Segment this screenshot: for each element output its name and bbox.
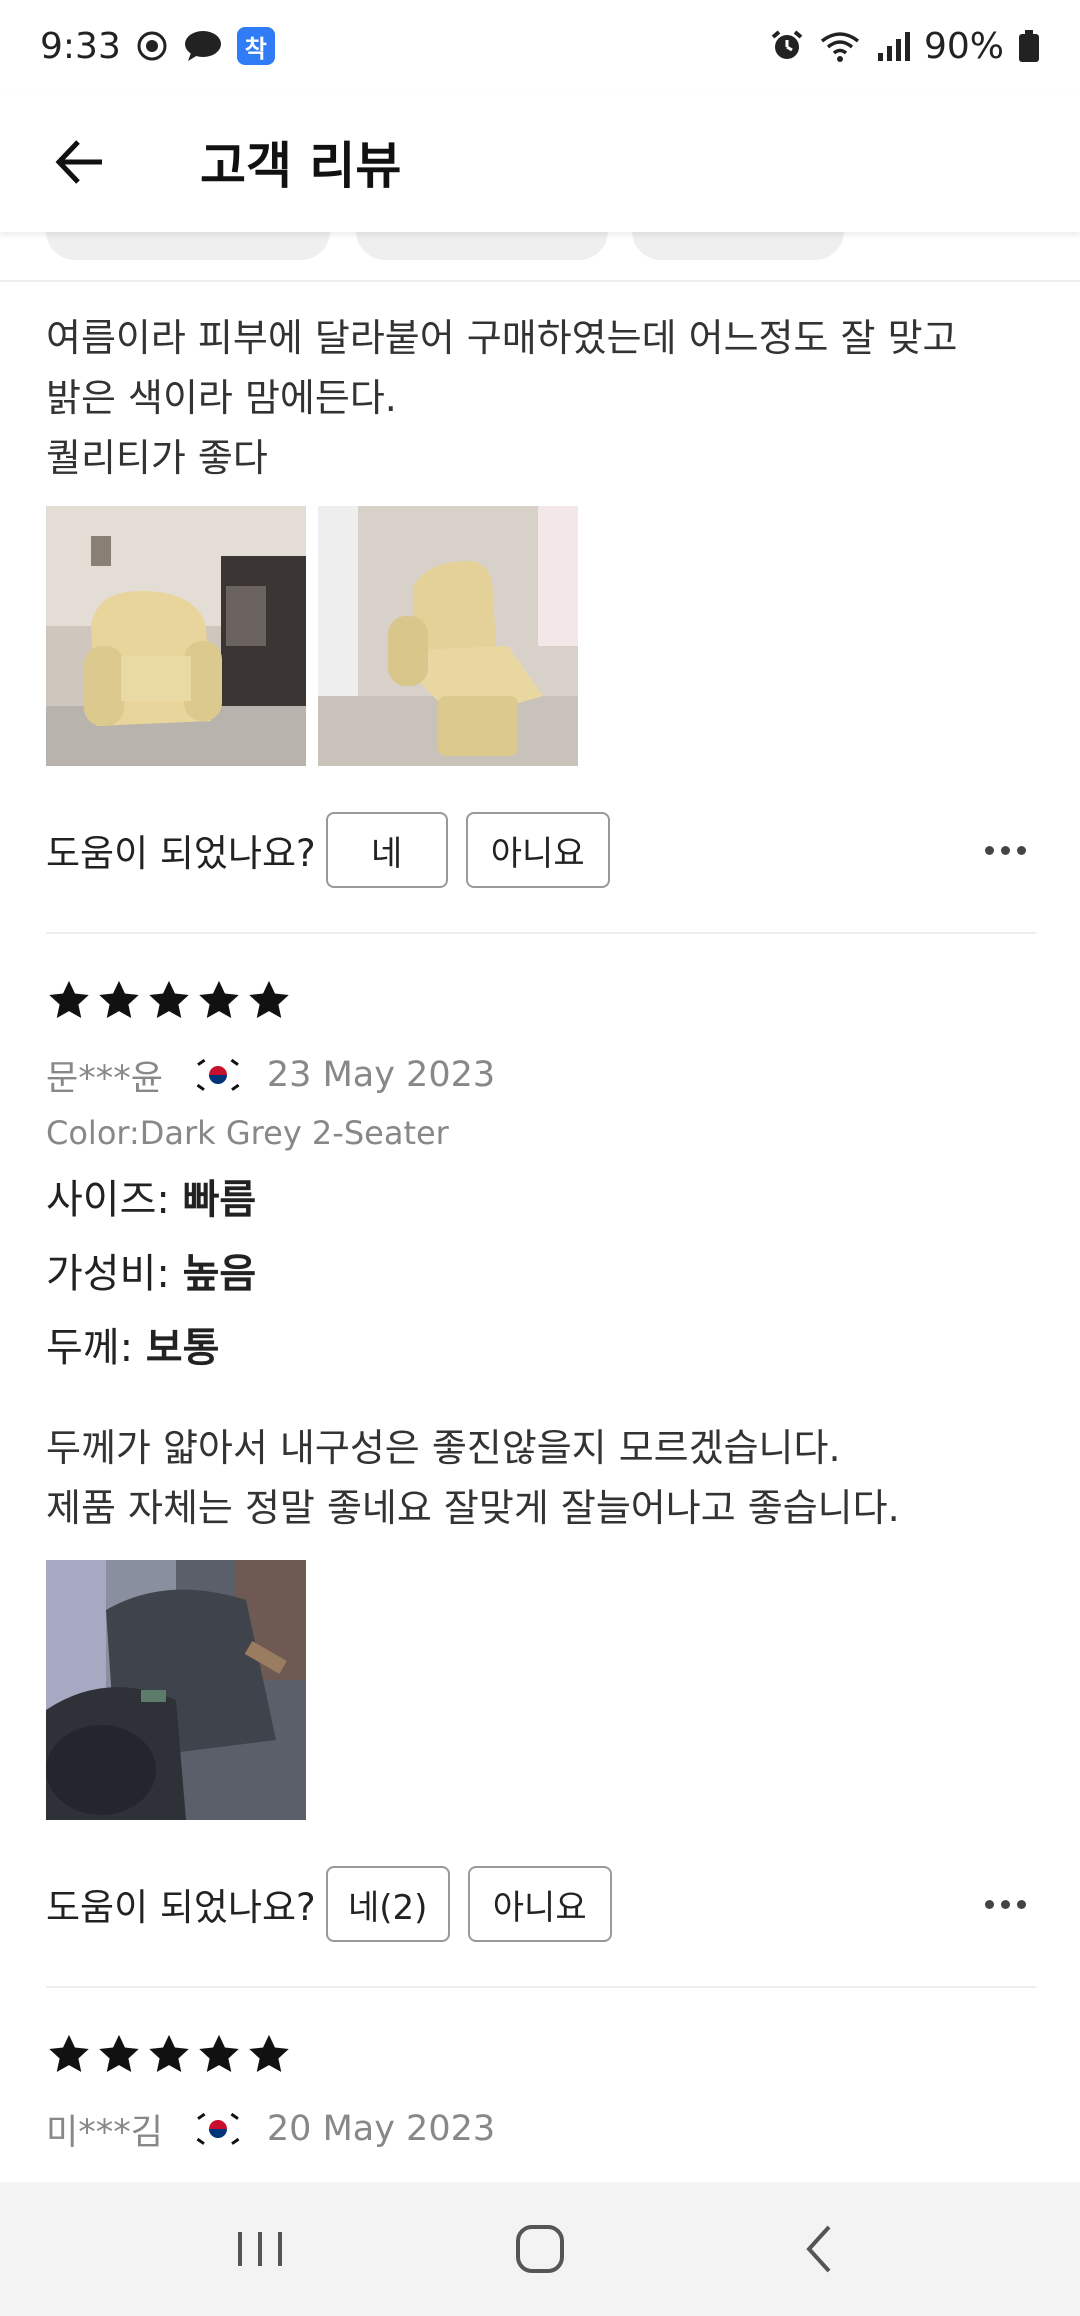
helpful-yes-button[interactable]: 네(2)	[325, 1866, 450, 1942]
helpful-no-button[interactable]: 아니요	[467, 1866, 612, 1942]
star-icon	[249, 980, 289, 1019]
review-item: 미***김 20 May 2023	[46, 2032, 1036, 2154]
recent-apps-button[interactable]	[210, 2199, 310, 2299]
more-options-icon[interactable]	[985, 845, 1026, 855]
review-list: 여름이라 피부에 달라붙어 구매하였는데 어느정도 잘 맞고 밝은 색이라 맘에…	[46, 282, 1036, 2154]
arrow-left-icon	[55, 140, 102, 184]
divider	[46, 1986, 1036, 1988]
alarm-icon	[770, 29, 804, 63]
filter-chip-row	[0, 232, 1080, 282]
helpful-label: 도움이 되었나요?	[46, 1886, 316, 1929]
review-text: 두께가 얇아서 내구성은 좋진않을지 모르겠습니다. 제품 자체는 정말 좋네요…	[46, 1426, 900, 1530]
status-bar: 9:33 착 90%	[0, 0, 1080, 92]
review-date: 23 May 2023	[266, 1055, 496, 1095]
helpful-label: 도움이 되었나요?	[46, 832, 316, 875]
app-header: 고객 리뷰	[0, 92, 1080, 232]
home-button[interactable]	[490, 2199, 590, 2299]
helpful-row: 도움이 되었나요? 네 아니요	[46, 812, 1036, 888]
page-title: 고객 리뷰	[200, 137, 402, 195]
back-button[interactable]	[40, 122, 120, 202]
home-icon	[516, 2225, 564, 2273]
review-photos	[46, 1560, 1036, 1820]
reviewer-name: 문***윤	[46, 1058, 163, 1099]
korea-flag-icon	[192, 1055, 243, 1095]
star-icon	[149, 2034, 189, 2073]
battery-icon	[1018, 29, 1040, 63]
star-icon	[199, 2034, 239, 2073]
korea-flag-icon	[192, 2109, 243, 2149]
status-right: 90%	[770, 26, 1040, 67]
star-icon	[99, 980, 139, 1019]
star-icon	[199, 980, 239, 1019]
recent-apps-icon	[238, 2232, 282, 2266]
chevron-left-icon	[806, 2225, 831, 2273]
location-icon	[135, 29, 169, 63]
review-text: 여름이라 피부에 달라붙어 구매하였는데 어느정도 잘 맞고 밝은 색이라 맘에…	[46, 316, 958, 480]
review-item: 여름이라 피부에 달라붙어 구매하였는데 어느정도 잘 맞고 밝은 색이라 맘에…	[46, 282, 1036, 934]
star-icon	[99, 2034, 139, 2073]
review-meta: 문***윤 23 May 2023	[46, 1050, 1036, 1100]
review-meta: 미***김 20 May 2023	[46, 2104, 1036, 2154]
attribute-value: 가성비: 높음	[46, 1251, 257, 1297]
variant-color: Color:Dark Grey 2-Seater	[46, 1114, 449, 1152]
filter-chip[interactable]	[632, 232, 844, 260]
review-date: 20 May 2023	[266, 2109, 496, 2149]
back-nav-button[interactable]	[770, 2199, 870, 2299]
review-item: 문***윤 23 May 2023 Color:Dark Grey 2-Seat…	[46, 978, 1036, 1988]
reviewer-name: 미***김	[46, 2112, 163, 2153]
review-attributes: 사이즈: 빠름 가성비: 높음 두께: 보통	[46, 1174, 1036, 1374]
clock: 9:33	[40, 25, 121, 67]
system-nav-bar	[0, 2182, 1080, 2316]
filter-chip[interactable]	[356, 232, 608, 260]
signal-icon	[876, 29, 910, 63]
attribute-size: 사이즈: 빠름	[46, 1177, 257, 1223]
star-icon	[49, 2034, 89, 2073]
star-rating	[46, 2032, 1036, 2082]
helpful-yes-button[interactable]: 네	[325, 812, 448, 888]
helpful-no-button[interactable]: 아니요	[465, 812, 610, 888]
wifi-icon	[818, 29, 862, 63]
star-icon	[249, 2034, 289, 2073]
star-rating	[46, 978, 1036, 1028]
divider	[46, 932, 1036, 934]
star-icon	[49, 980, 89, 1019]
review-photos	[46, 506, 1036, 766]
more-options-icon[interactable]	[985, 1899, 1026, 1909]
attribute-thickness: 두께: 보통	[46, 1325, 220, 1371]
review-photo[interactable]	[46, 1560, 306, 1820]
filter-chip[interactable]	[46, 232, 330, 260]
review-photo[interactable]	[46, 506, 306, 766]
app-badge-icon: 착	[236, 27, 275, 65]
star-icon	[149, 980, 189, 1019]
status-left: 9:33 착	[40, 26, 275, 67]
chat-bubble-icon	[183, 29, 223, 63]
battery-percent: 90%	[923, 25, 1004, 67]
helpful-row: 도움이 되었나요? 네(2) 아니요	[46, 1866, 1036, 1942]
review-photo[interactable]	[318, 506, 578, 766]
